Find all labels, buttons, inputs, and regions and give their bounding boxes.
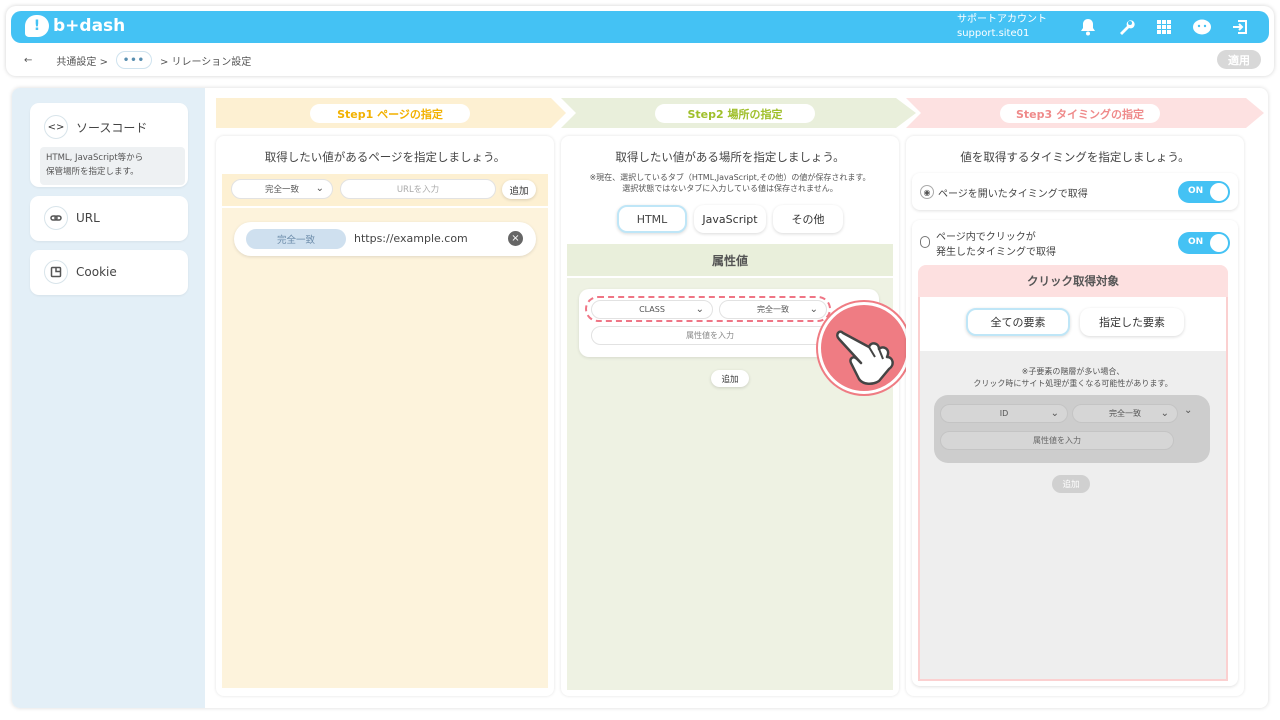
option-label: ページを開いたタイミングで取得 <box>938 189 1088 200</box>
element-type-select: ID ⌄ <box>940 404 1068 423</box>
sidebar-item-source-code[interactable]: <> ソースコード HTML, JavaScript等から 保管場所を指定します… <box>30 103 188 187</box>
code-icon: <> <box>44 115 68 139</box>
attribute-value-input[interactable]: 属性値を入力 <box>591 326 829 345</box>
click-note: ※子要素の階層が多い場合、 クリック時にサイト処理が重くなる可能性があります。 <box>920 366 1226 390</box>
breadcrumb-relation-settings: > リレーション設定 <box>159 56 252 68</box>
logo-text: b+dash <box>53 16 126 36</box>
step1-panel: 取得したい値があるページを指定しましょう。 完全一致 ⌄ URLを入力 追加 完全… <box>216 136 554 696</box>
click-toggle[interactable]: ON <box>1178 232 1230 254</box>
account-name: サポートアカウント <box>957 14 1047 25</box>
toggle-knob <box>1210 234 1228 252</box>
logout-icon[interactable] <box>1229 16 1251 38</box>
chevron-down-icon: ⌄ <box>1160 408 1169 419</box>
note-line: 選択状態ではないタブに入力している値は保存されません。 <box>622 184 838 193</box>
select-value: ID <box>999 409 1009 418</box>
expand-chevron-icon: ⌄ <box>1184 405 1193 416</box>
step2-label: Step2 場所の指定 <box>655 104 815 123</box>
element-add-button: 追加 <box>1052 475 1090 493</box>
url-list <box>222 208 548 688</box>
sidebar-item-description: HTML, JavaScript等から 保管場所を指定します。 <box>40 147 185 185</box>
back-arrow-icon[interactable]: ← <box>24 55 32 66</box>
tab-other[interactable]: その他 <box>773 205 843 233</box>
remove-icon[interactable]: × <box>508 231 523 246</box>
breadcrumb-common-settings[interactable]: 共通設定 > <box>56 53 108 68</box>
entry-url: https://example.com <box>354 232 468 245</box>
tab-javascript[interactable]: JavaScript <box>694 205 766 233</box>
step2-note: ※現在、選択しているタブ（HTML,JavaScript,その他）の値が保存され… <box>561 172 899 194</box>
timing-option-page-open: ◉ ページを開いたタイミングで取得 ON <box>912 173 1238 210</box>
note-line: ※現在、選択しているタブ（HTML,JavaScript,その他）の値が保存され… <box>589 173 871 182</box>
element-selector-card: ID ⌄ 完全一致 ⌄ ⌄ 属性値を入力 <box>934 395 1210 463</box>
logo-icon: ! <box>25 15 49 37</box>
step2-title: 取得したい値がある場所を指定しましょう。 <box>615 150 845 164</box>
chevron-down-icon: ⌄ <box>315 183 324 194</box>
url-match-select[interactable]: 完全一致 ⌄ <box>231 179 333 199</box>
option-label-line: ページ内でクリックが <box>936 232 1036 243</box>
description-line: 保管場所を指定します。 <box>46 167 139 177</box>
toggle-label: ON <box>1188 186 1204 196</box>
page-open-toggle[interactable]: ON <box>1178 181 1230 203</box>
support-icon[interactable] <box>1191 16 1213 38</box>
url-add-button[interactable]: 追加 <box>502 180 536 199</box>
toggle-label: ON <box>1188 237 1204 247</box>
note-line: ※子要素の階層が多い場合、 <box>1021 367 1125 376</box>
app-logo[interactable]: ! b+dash <box>25 15 125 37</box>
chevron-down-icon: ⌄ <box>695 304 704 315</box>
element-match-select: 完全一致 ⌄ <box>1072 404 1178 423</box>
sidebar-item-label: ソースコード <box>76 121 148 135</box>
select-value: CLASS <box>639 305 665 314</box>
element-value-input: 属性値を入力 <box>940 431 1174 450</box>
mouse-icon <box>920 236 930 248</box>
apply-button[interactable]: 適用 <box>1217 50 1261 69</box>
select-value: 完全一致 <box>757 305 789 314</box>
account-id: support.site01 <box>957 28 1030 39</box>
account-info[interactable]: サポートアカウント support.site01 <box>957 13 1047 41</box>
top-bar: ! b+dash サポートアカウント support.site01 <box>11 11 1269 43</box>
step1-label: Step1 ページの指定 <box>310 104 470 123</box>
attribute-add-button[interactable]: 追加 <box>711 370 749 387</box>
entry-match-badge[interactable]: 完全一致 <box>246 229 346 249</box>
step2-panel: 取得したい値がある場所を指定しましょう。 ※現在、選択しているタブ（HTML,J… <box>561 136 899 696</box>
timing-option-click: ページ内でクリックが 発生したタイミングで取得 ON クリック取得対象 全ての要… <box>912 220 1238 686</box>
option-label: ページ内でクリックが 発生したタイミングで取得 <box>936 230 1056 260</box>
breadcrumb: ← 共通設定 > ••• > リレーション設定 <box>24 50 251 70</box>
sidebar-item-cookie[interactable]: Cookie <box>30 250 188 295</box>
step3-label: Step3 タイミングの指定 <box>1000 104 1160 123</box>
sidebar-item-url[interactable]: URL <box>30 196 188 241</box>
toggle-knob <box>1210 183 1228 201</box>
description-line: HTML, JavaScript等から <box>46 153 144 163</box>
attribute-match-select[interactable]: 完全一致 ⌄ <box>719 300 827 319</box>
breadcrumb-more-button[interactable]: ••• <box>115 51 152 69</box>
step3-panel: 値を取得するタイミングを指定しましょう。 ◉ ページを開いたタイミングで取得 O… <box>906 136 1244 696</box>
hand-pointer-icon <box>818 302 910 394</box>
link-icon <box>44 206 68 230</box>
tab-specified-elements[interactable]: 指定した要素 <box>1080 308 1184 336</box>
note-line: クリック時にサイト処理が重くなる可能性があります。 <box>973 379 1173 388</box>
click-target-header: クリック取得対象 <box>918 265 1228 297</box>
window-icon <box>44 260 68 284</box>
list-item: 完全一致 https://example.com × <box>234 222 536 256</box>
select-value: 完全一致 <box>1109 409 1141 418</box>
attribute-type-select[interactable]: CLASS ⌄ <box>591 300 713 319</box>
tab-all-elements[interactable]: 全ての要素 <box>966 308 1070 336</box>
select-value: 完全一致 <box>264 185 299 195</box>
sidebar-item-label: Cookie <box>76 265 117 279</box>
url-input[interactable]: URLを入力 <box>340 179 496 199</box>
chevron-down-icon: ⌄ <box>1050 408 1059 419</box>
tab-html[interactable]: HTML <box>617 205 687 233</box>
step1-title: 取得したい値があるページを指定しましょう。 <box>264 150 506 164</box>
step3-title: 値を取得するタイミングを指定しましょう。 <box>960 150 1190 164</box>
eye-icon: ◉ <box>920 185 934 199</box>
grid-icon[interactable] <box>1153 16 1175 38</box>
bell-icon[interactable] <box>1077 16 1099 38</box>
sidebar-item-label: URL <box>76 211 100 225</box>
option-label-line: 発生したタイミングで取得 <box>936 247 1056 258</box>
chevron-down-icon: ⌄ <box>809 304 818 315</box>
wrench-icon[interactable] <box>1115 16 1137 38</box>
section-header: 属性値 <box>567 244 893 276</box>
